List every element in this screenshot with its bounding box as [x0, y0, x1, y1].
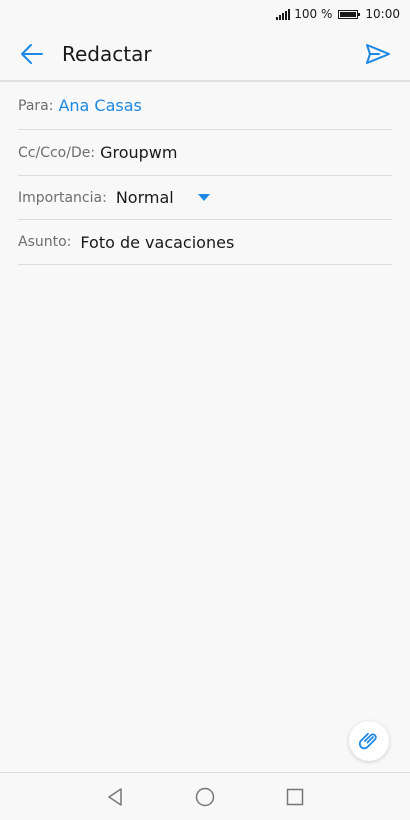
cc-value[interactable]: Groupwm	[100, 143, 177, 162]
subject-field[interactable]: Asunto: Foto de vacaciones	[18, 220, 392, 265]
to-field[interactable]: Para: Ana Casas	[18, 82, 392, 130]
circle-home-icon	[195, 787, 215, 806]
importance-value: Normal	[115, 188, 174, 207]
caret-down-icon	[197, 194, 210, 201]
attach-button[interactable]	[349, 721, 389, 761]
paperclip-icon	[358, 732, 377, 750]
to-label: Para:	[18, 97, 54, 114]
back-button[interactable]	[12, 34, 52, 74]
battery-percent: 100 %	[294, 7, 333, 21]
importance-dropdown[interactable]: Normal	[111, 188, 210, 207]
page-title: Redactar	[62, 42, 152, 66]
app-bar: Redactar	[0, 28, 410, 82]
signal-icon	[276, 8, 291, 20]
send-icon	[366, 44, 390, 64]
importance-field: Importancia: Normal	[18, 176, 392, 220]
send-button[interactable]	[358, 34, 398, 74]
battery-icon	[338, 9, 361, 19]
nav-home-button[interactable]	[183, 775, 227, 819]
compose-form: Para: Ana Casas Cc/Cco/De: Groupwm Impor…	[18, 82, 392, 265]
nav-back-button[interactable]	[93, 775, 137, 819]
subject-value[interactable]: Foto de vacaciones	[80, 233, 234, 252]
navigation-bar	[0, 772, 410, 820]
clock: 10:00	[365, 7, 400, 21]
cc-field[interactable]: Cc/Cco/De: Groupwm	[18, 130, 392, 176]
status-bar: 100 % 10:00	[0, 0, 410, 28]
cc-label: Cc/Cco/De:	[18, 144, 96, 161]
importance-label: Importancia:	[18, 189, 107, 206]
triangle-back-icon	[108, 787, 122, 806]
subject-label: Asunto:	[18, 234, 72, 250]
nav-recents-button[interactable]	[273, 775, 317, 819]
to-recipient[interactable]: Ana Casas	[58, 96, 141, 115]
arrow-left-icon	[21, 44, 43, 64]
square-recents-icon	[286, 788, 304, 805]
